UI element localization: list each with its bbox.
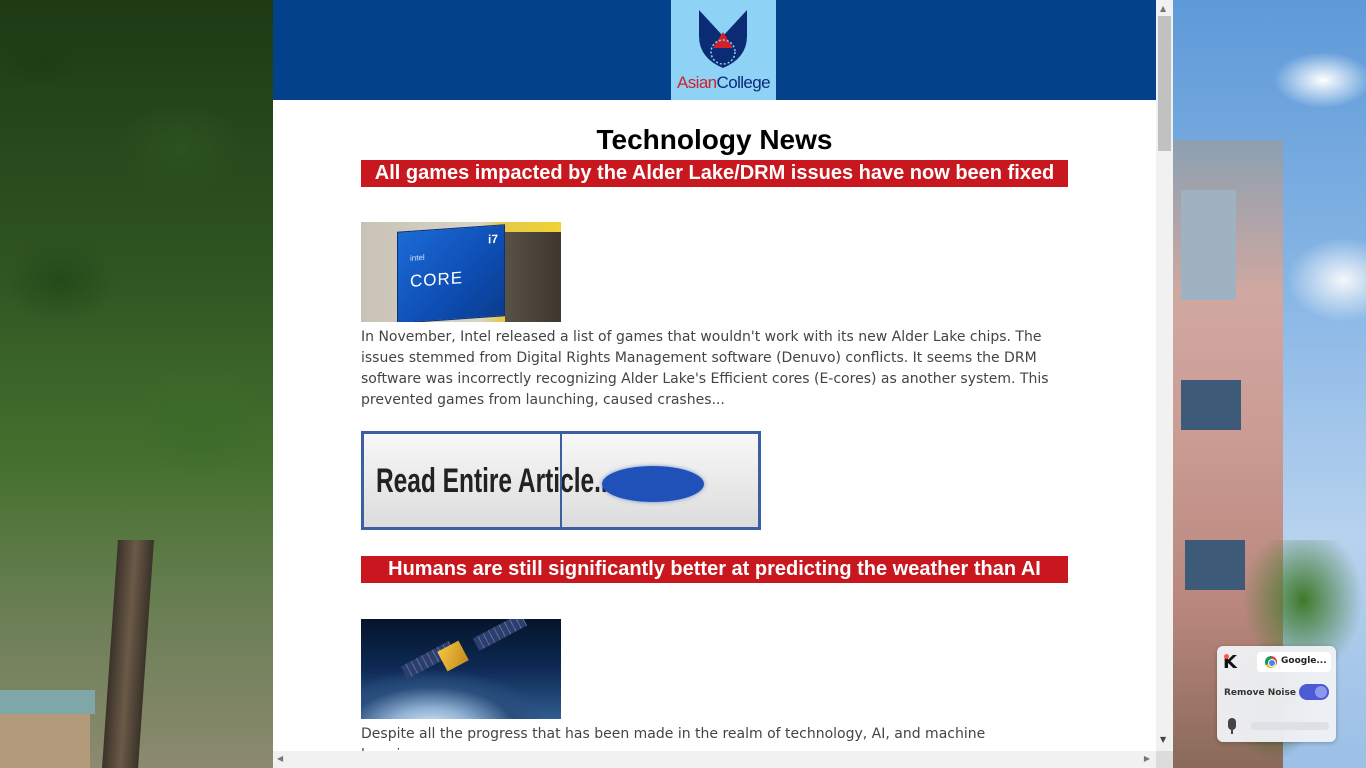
cpu-i7-label: i7 (487, 231, 498, 247)
logo-text: AsianCollege (671, 73, 776, 93)
article-headline[interactable]: All games impacted by the Alder Lake/DRM… (361, 160, 1068, 187)
scrollbar-thumb[interactable] (1158, 16, 1171, 151)
scroll-right-arrow-icon[interactable]: ▶ (1144, 754, 1150, 763)
noise-removal-widget: K Google... Remove Noise (1217, 646, 1336, 742)
vertical-scrollbar[interactable]: ▲ ▼ (1156, 0, 1173, 751)
building-window (1181, 190, 1236, 300)
browser-viewport: AsianCollege Technology News All games i… (273, 0, 1173, 768)
hut-roof (0, 690, 95, 714)
satellite-panel (472, 619, 528, 651)
mic-level-meter (1251, 722, 1329, 730)
hut (0, 714, 90, 768)
logo-text-asian: Asian (677, 73, 717, 92)
microphone-stand (1231, 730, 1233, 734)
read-button-label: Read Entire Article... (376, 462, 615, 500)
background-photo-left (0, 0, 273, 768)
site-header: AsianCollege (273, 0, 1156, 100)
article-image-intel-cpu[interactable]: i7 intel CORE (361, 222, 561, 322)
krisp-logo-dot (1224, 654, 1229, 659)
logo-text-college: College (716, 73, 771, 92)
college-logo[interactable]: AsianCollege (671, 0, 776, 100)
microphone-icon[interactable] (1228, 718, 1236, 730)
shield-icon (699, 10, 747, 68)
page-title: Technology News (596, 124, 833, 155)
app-name: Google... (1281, 656, 1327, 666)
app-selector[interactable]: Google... (1257, 652, 1331, 672)
scrollbar-corner (1156, 751, 1173, 768)
building-window (1181, 380, 1241, 430)
article-excerpt: In November, Intel released a list of ga… (361, 329, 1049, 408)
remove-noise-toggle[interactable] (1299, 684, 1329, 700)
scroll-down-arrow-icon[interactable]: ▼ (1160, 735, 1166, 744)
horizontal-scrollbar[interactable]: ◀ ▶ (273, 751, 1156, 768)
scroll-left-arrow-icon[interactable]: ◀ (277, 754, 283, 763)
cpu-background-object (505, 232, 561, 322)
chrome-icon (1265, 656, 1277, 668)
cpu-box: i7 intel CORE (397, 224, 505, 322)
tree-trunk (102, 540, 154, 768)
button-divider (560, 434, 562, 527)
cpu-core-label: CORE (410, 268, 464, 291)
remove-noise-label: Remove Noise (1224, 688, 1296, 698)
speech-bubble-icon (602, 466, 704, 502)
toggle-knob (1315, 686, 1327, 698)
read-entire-article-button[interactable]: Read Entire Article... (361, 431, 761, 530)
article-image-satellite[interactable] (361, 619, 561, 719)
scroll-up-arrow-icon[interactable]: ▲ (1160, 4, 1166, 13)
cpu-intel-label: intel (410, 252, 425, 263)
article-headline[interactable]: Humans are still significantly better at… (361, 556, 1068, 583)
